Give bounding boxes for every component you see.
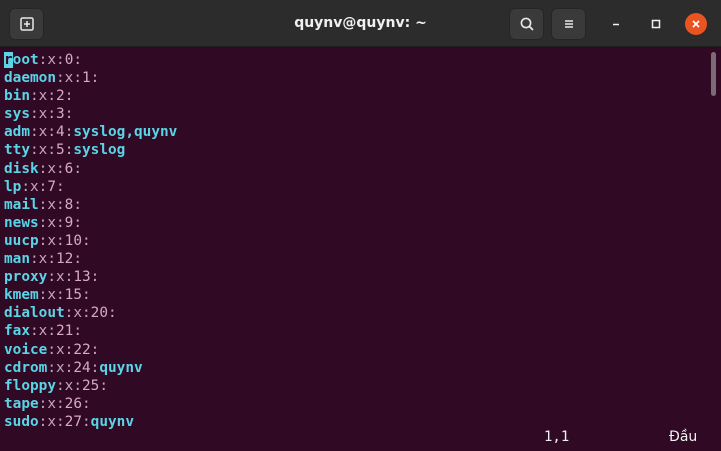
group-id: 15 [64,287,82,304]
group-line: fax:x:21: [4,323,83,340]
group-name: floppy [4,377,56,394]
group-line: floppy:x:25: [4,377,108,394]
group-id: 7 [47,178,57,195]
group-line: bin:x:2: [4,88,74,105]
scroll-position-indicator: Đầu [669,429,698,445]
group-line: adm:x:4:syslog,quynv [4,124,178,141]
group-name: news [4,214,39,231]
maximize-icon [651,19,661,29]
group-members: syslog [73,142,126,159]
group-name: dialout [4,305,65,322]
group-name: proxy [4,269,48,286]
group-name: daemon [4,70,56,87]
group-line: mail:x:8: [4,196,83,213]
group-members: syslog,quynv [73,124,178,141]
group-name: man [4,251,30,268]
text-cursor: r [4,52,13,68]
title-bar[interactable]: quynv@quynv: ~ [0,0,721,47]
group-id: 20 [90,305,108,322]
group-line: man:x:12: [4,251,83,268]
menu-button[interactable] [551,8,586,40]
group-name: adm [4,124,30,141]
group-id: 24 [73,359,91,376]
group-line: dialout:x:20: [4,305,117,322]
group-line: news:x:9: [4,214,83,231]
search-icon [520,17,534,31]
maximize-button[interactable] [645,13,667,35]
group-id: 26 [64,395,82,412]
group-file-lines: root:x:0: daemon:x:1: bin:x:2: sys:x:3: adm:… [4,51,177,431]
group-line: proxy:x:13: [4,269,100,286]
group-line: sudo:x:27:quynv [4,413,134,430]
group-name: bin [4,88,30,105]
group-line: cdrom:x:24:quynv [4,359,143,376]
group-name: cdrom [4,359,48,376]
group-id: 22 [73,341,91,358]
group-name: fax [4,323,30,340]
cursor-position: 1,1 [544,429,570,445]
group-name: tty [4,142,30,159]
group-name: voice [4,341,48,358]
new-tab-icon [19,17,34,31]
scrollbar-thumb[interactable] [711,52,716,96]
group-name: root [4,52,39,68]
group-id: 27 [64,413,82,430]
group-line: voice:x:22: [4,341,100,358]
group-line: tape:x:26: [4,395,91,412]
group-name: disk [4,160,39,177]
group-line: kmem:x:15: [4,287,91,304]
minimize-button[interactable] [605,13,627,35]
group-line: daemon:x:1: [4,70,100,87]
terminal-window: quynv@quynv: ~ root:x:0: daemon:x:1: bin… [0,0,721,451]
group-line: uucp:x:10: [4,232,91,249]
group-id: 2 [56,88,65,105]
group-name: tape [4,395,39,412]
group-id: 12 [56,251,74,268]
group-id: 21 [56,323,74,340]
group-line: tty:x:5:syslog [4,142,126,159]
group-line: root:x:0: [4,52,83,68]
group-name: sys [4,106,30,123]
group-line: disk:x:6: [4,160,83,177]
group-id: 10 [64,232,82,249]
terminal-content[interactable]: root:x:0: daemon:x:1: bin:x:2: sys:x:3: adm:… [0,48,709,451]
close-button[interactable] [685,13,707,35]
group-name: kmem [4,287,39,304]
group-id: 3 [56,106,65,123]
group-members: quynv [99,359,143,376]
group-line: sys:x:3: [4,106,74,123]
group-id: 1 [82,70,91,87]
group-id: 13 [73,269,91,286]
hamburger-menu-icon [564,20,573,28]
new-tab-button[interactable] [9,8,44,40]
search-button[interactable] [509,8,544,40]
group-name: mail [4,196,39,213]
close-icon [692,20,700,28]
group-members: quynv [90,413,134,430]
group-name: uucp [4,232,39,249]
group-id: 4 [56,124,65,141]
group-name: lp [4,178,22,195]
group-id: 5 [56,142,65,159]
group-line: lp:x:7: [4,178,65,195]
scrollbar[interactable] [709,48,721,451]
minimize-icon [613,23,619,26]
group-id: 25 [82,377,100,394]
group-name: sudo [4,413,39,430]
